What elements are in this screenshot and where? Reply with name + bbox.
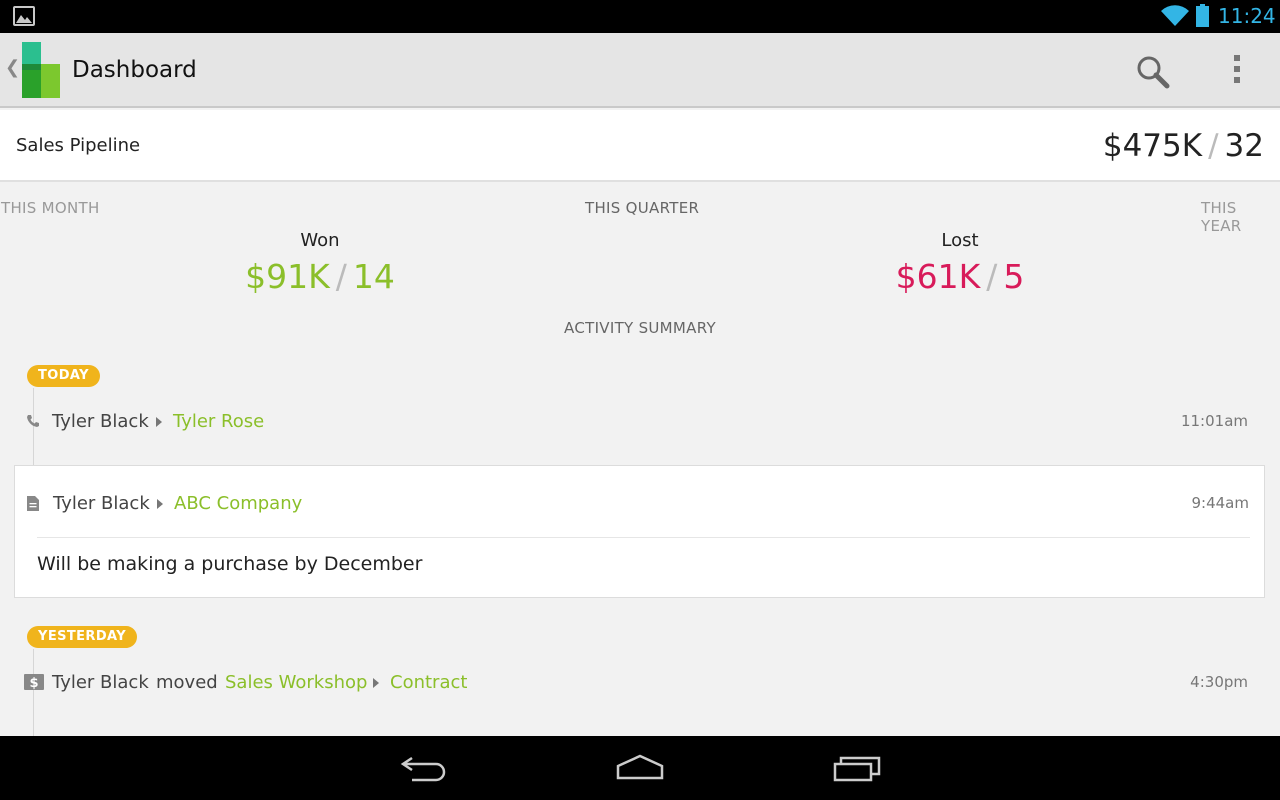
activity-row[interactable]: Tyler Black Tyler Rose 11:01am xyxy=(0,406,1280,440)
app-logo-icon[interactable] xyxy=(22,42,60,98)
divider xyxy=(37,537,1250,538)
activity-time: 9:44am xyxy=(1191,494,1250,512)
activity-target-link[interactable]: Tyler Rose xyxy=(173,411,264,432)
gallery-icon xyxy=(13,6,35,26)
activity-target-link[interactable]: Sales Workshop xyxy=(225,672,367,693)
action-bar: ❮ Dashboard xyxy=(0,33,1280,108)
won-count: 14 xyxy=(352,257,395,296)
activity-row[interactable]: $ Tyler Black moved Sales Workshop Contr… xyxy=(0,667,1280,701)
activity-row[interactable]: Tyler Black ABC Company 9:44am xyxy=(1,488,1280,522)
pipeline-amount: $475K xyxy=(1102,128,1203,164)
won-stat[interactable]: $91K/14 xyxy=(160,257,480,296)
pipeline-label: Sales Pipeline xyxy=(16,135,141,156)
tab-this-month[interactable]: THIS MONTH xyxy=(1,199,100,217)
page-title: Dashboard xyxy=(72,57,197,83)
lost-stat[interactable]: $61K/5 xyxy=(800,257,1120,296)
search-icon[interactable] xyxy=(1136,55,1170,89)
activity-actor: Tyler Black xyxy=(52,411,149,432)
system-nav-bar xyxy=(0,736,1280,800)
activity-summary-title: ACTIVITY SUMMARY xyxy=(564,319,716,337)
back-icon[interactable] xyxy=(400,754,448,782)
yesterday-badge: YESTERDAY xyxy=(27,626,138,648)
wifi-icon xyxy=(1161,5,1189,26)
deal-icon: $ xyxy=(24,674,44,690)
recents-icon[interactable] xyxy=(832,754,882,782)
activity-time: 4:30pm xyxy=(1190,673,1248,691)
activity-actor: Tyler Black xyxy=(52,672,149,693)
tab-this-year[interactable]: THIS YEAR xyxy=(1201,199,1280,235)
lost-amount: $61K xyxy=(895,257,981,296)
note-text: Will be making a purchase by December xyxy=(37,553,423,575)
pipeline-total: $475K/32 xyxy=(1102,128,1264,164)
today-badge: TODAY xyxy=(27,365,100,387)
up-caret-icon[interactable]: ❮ xyxy=(5,57,20,78)
sales-pipeline-card[interactable]: Sales Pipeline $475K/32 xyxy=(0,110,1280,182)
lost-count: 5 xyxy=(1003,257,1025,296)
battery-icon xyxy=(1196,4,1209,27)
home-icon[interactable] xyxy=(615,754,665,782)
activity-time: 11:01am xyxy=(1180,412,1248,430)
won-label: Won xyxy=(300,230,340,251)
activity-stage-link[interactable]: Contract xyxy=(390,672,467,693)
lost-label: Lost xyxy=(941,230,979,251)
chevron-right-icon xyxy=(157,499,163,509)
activity-target-link[interactable]: ABC Company xyxy=(174,493,302,514)
activity-verb: moved xyxy=(156,672,218,693)
tab-this-quarter[interactable]: THIS QUARTER xyxy=(585,199,699,217)
clock: 11:24 xyxy=(1218,4,1276,28)
status-bar: 11:24 xyxy=(0,0,1280,33)
phone-icon xyxy=(27,415,39,427)
note-card[interactable]: Tyler Black ABC Company 9:44am Will be m… xyxy=(14,465,1265,598)
note-icon xyxy=(27,496,39,511)
chevron-right-icon xyxy=(156,417,162,427)
won-amount: $91K xyxy=(245,257,330,296)
activity-actor: Tyler Black xyxy=(53,493,150,514)
chevron-right-icon xyxy=(373,678,379,688)
overflow-menu-icon[interactable] xyxy=(1228,55,1246,87)
pipeline-count: 32 xyxy=(1224,128,1264,164)
svg-text:$: $ xyxy=(29,676,38,690)
